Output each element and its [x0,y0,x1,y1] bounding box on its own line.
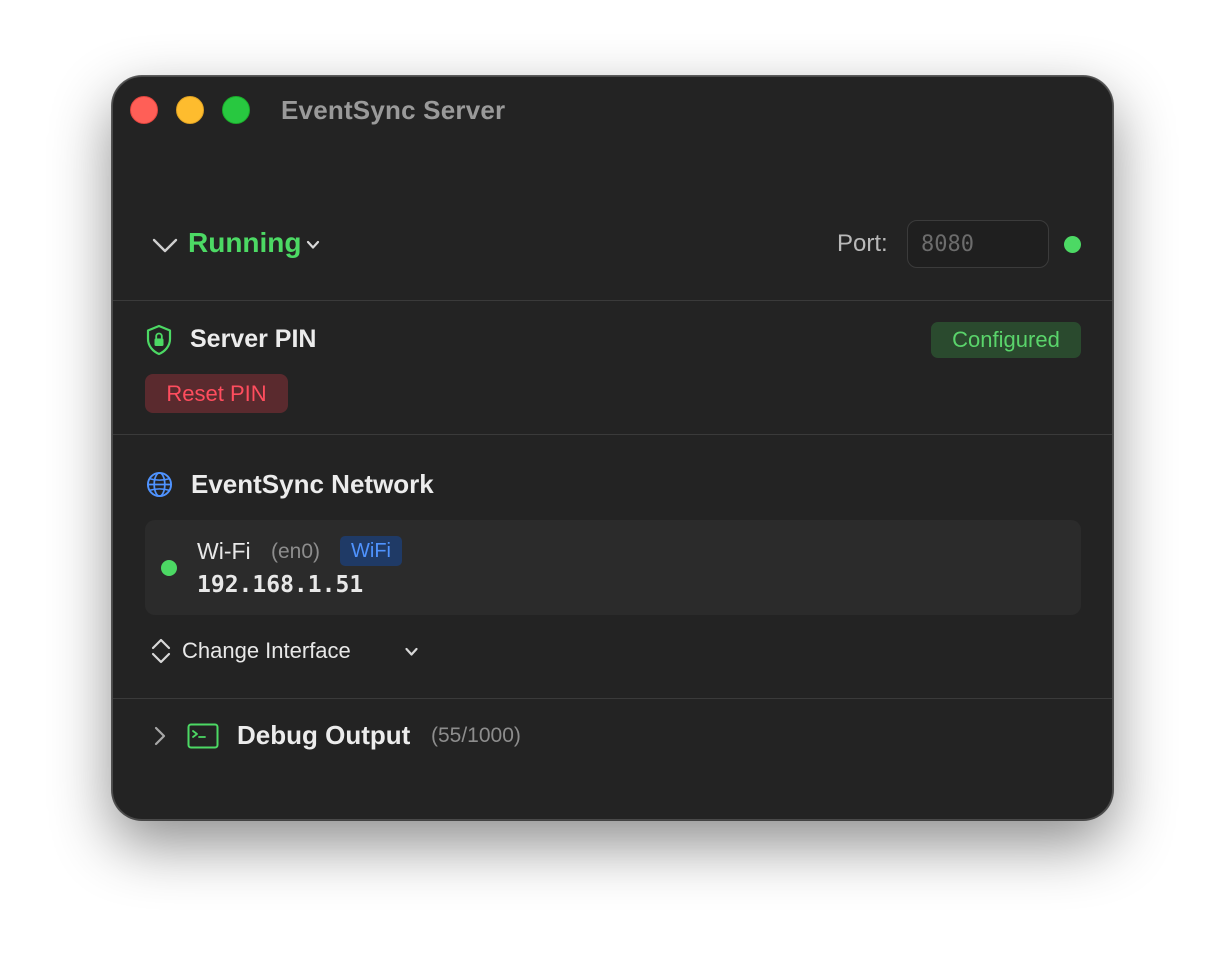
interface-status-indicator [161,560,177,576]
network-section-title: EventSync Network [191,469,434,499]
server-status-menu[interactable]: Running [188,227,302,259]
chevron-down-icon[interactable] [151,233,179,257]
interface-name: Wi-Fi [197,538,251,564]
section-divider [113,300,1112,301]
interface-ip-address: 192.168.1.51 [197,572,364,598]
pin-status-badge: Configured [931,322,1081,358]
status-dropdown-caret-icon[interactable] [305,237,321,253]
debug-output-toggle[interactable]: Debug Output [237,720,410,751]
interface-device: (en0) [271,540,321,563]
section-divider [113,698,1112,699]
app-window: EventSync Server Running Port: Server PI… [112,76,1113,820]
zoom-window-button[interactable] [222,96,250,124]
title-bar[interactable]: EventSync Server [113,77,1112,141]
port-input[interactable] [907,220,1049,268]
change-interface-label: Change Interface [182,638,351,663]
section-divider [113,434,1112,435]
terminal-icon [187,723,219,749]
network-interface-card[interactable]: Wi-Fi (en0) WiFi 192.168.1.51 [145,520,1081,615]
chevron-right-icon[interactable] [151,725,169,747]
close-window-button[interactable] [130,96,158,124]
up-down-chevron-icon [151,638,171,664]
globe-icon [146,471,173,498]
interface-type-badge: WiFi [340,536,402,566]
chevron-down-icon [405,647,418,656]
window-title: EventSync Server [281,95,506,125]
reset-pin-button[interactable]: Reset PIN [145,374,288,413]
minimize-window-button[interactable] [176,96,204,124]
debug-line-count: (55/1000) [431,724,521,747]
port-label: Port: [837,230,888,257]
shield-lock-icon [146,324,172,356]
server-status-row: Running Port: [113,217,1112,273]
server-status-indicator [1064,236,1081,253]
server-pin-title: Server PIN [190,325,317,353]
